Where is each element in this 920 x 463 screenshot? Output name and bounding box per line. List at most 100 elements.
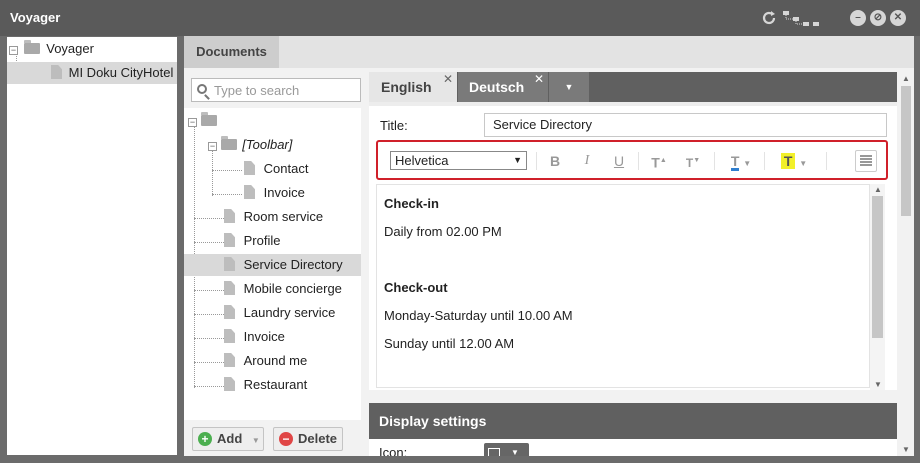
icon-setting-row: Icon: ▼ bbox=[369, 439, 897, 456]
display-settings-header[interactable]: Display settings bbox=[369, 403, 897, 439]
subscript-icon[interactable]: T▼ bbox=[682, 152, 704, 170]
tree-item-root[interactable]: − Voyager bbox=[9, 38, 177, 60]
document-icon bbox=[244, 161, 255, 175]
document-icon bbox=[51, 65, 62, 79]
tab-english[interactable]: English ✕ bbox=[369, 72, 457, 102]
close-tab-icon[interactable]: ✕ bbox=[534, 64, 544, 94]
formatting-toolbar: Helvetica ▼ B I U T▲ T▼ T ▼ T ▼ bbox=[376, 140, 888, 180]
scroll-down-icon[interactable]: ▼ bbox=[874, 380, 882, 389]
document-icon bbox=[224, 257, 235, 271]
checkout-sunday: Sunday until 12.00 AM bbox=[384, 336, 515, 351]
icon-label: Icon: bbox=[379, 445, 408, 456]
tree-item-project[interactable]: MI Doku CityHotel bbox=[7, 62, 177, 84]
chevron-down-icon: ▼ bbox=[743, 159, 752, 168]
maximize-icon[interactable]: ⊘ bbox=[870, 9, 886, 27]
tree-item-invoice-2[interactable]: Invoice bbox=[224, 326, 285, 348]
project-tree: − Voyager MI Doku CityHotel bbox=[7, 37, 177, 455]
minimize-icon[interactable]: – bbox=[850, 9, 866, 27]
content-scrollbar[interactable]: ▲ ▼ bbox=[870, 184, 885, 390]
tree-item-contact[interactable]: Contact bbox=[244, 158, 308, 180]
document-icon bbox=[224, 353, 235, 367]
highlight-color-icon[interactable]: T ▼ bbox=[776, 152, 812, 170]
scroll-thumb[interactable] bbox=[872, 196, 883, 338]
toolbar-folder-label: [Toolbar] bbox=[242, 137, 293, 152]
tree-label: Restaurant bbox=[243, 377, 308, 392]
collapse-icon[interactable]: − bbox=[188, 118, 197, 127]
underline-icon[interactable]: U bbox=[610, 152, 628, 170]
scroll-up-icon[interactable]: ▲ bbox=[902, 74, 910, 83]
bold-icon[interactable]: B bbox=[546, 152, 564, 170]
delete-button[interactable]: − Delete bbox=[273, 427, 343, 451]
collapse-icon[interactable]: − bbox=[9, 46, 18, 55]
document-icon bbox=[224, 209, 235, 223]
chevron-down-icon: ▼ bbox=[511, 448, 519, 456]
chevron-down-icon: ▼ bbox=[799, 159, 808, 168]
font-family-select[interactable]: Helvetica ▼ bbox=[390, 151, 527, 170]
tree-item-mobile-concierge[interactable]: Mobile concierge bbox=[224, 278, 342, 300]
close-icon[interactable]: ✕ bbox=[890, 9, 906, 27]
tree-label: Laundry service bbox=[243, 305, 336, 320]
icon-select[interactable]: ▼ bbox=[484, 443, 529, 456]
tab-deutsch-label: Deutsch bbox=[469, 79, 525, 95]
add-button-label: Add bbox=[217, 431, 243, 446]
refresh-icon[interactable] bbox=[760, 9, 778, 27]
chevron-down-icon: ▼ bbox=[513, 155, 522, 165]
font-family-value: Helvetica bbox=[395, 153, 449, 168]
tree-item-around-me[interactable]: Around me bbox=[224, 350, 307, 372]
tree-label-project: MI Doku CityHotel bbox=[68, 65, 174, 80]
tree-label: Mobile concierge bbox=[243, 281, 342, 296]
title-input[interactable]: Service Directory bbox=[484, 113, 887, 137]
tree-item-toolbar-folder[interactable]: − [Toolbar] bbox=[208, 134, 292, 156]
tree-label-root: Voyager bbox=[46, 41, 94, 56]
checkout-heading: Check-out bbox=[384, 280, 448, 295]
add-language-dropdown[interactable]: ▼ bbox=[549, 72, 589, 102]
panel-scrollbar[interactable]: ▲ ▼ bbox=[898, 72, 914, 456]
tab-documents[interactable]: Documents bbox=[184, 36, 279, 68]
tree-item-restaurant[interactable]: Restaurant bbox=[224, 374, 307, 396]
document-icon bbox=[224, 233, 235, 247]
tree-item-laundry-service[interactable]: Laundry service bbox=[224, 302, 335, 324]
chevron-down-icon: ▼ bbox=[251, 436, 260, 445]
tab-underline bbox=[369, 102, 897, 106]
collapse-icon[interactable]: − bbox=[208, 142, 217, 151]
search-icon bbox=[197, 84, 207, 94]
tree-item-root-folder[interactable]: − bbox=[188, 110, 217, 132]
italic-icon[interactable]: I bbox=[578, 152, 596, 170]
tree-item-service-directory[interactable]: Service Directory bbox=[184, 254, 361, 276]
delete-icon: − bbox=[279, 432, 293, 446]
close-tab-icon[interactable]: ✕ bbox=[443, 64, 453, 94]
add-icon: + bbox=[198, 432, 212, 446]
rich-text-content[interactable]: Check-in Daily from 02.00 PM Check-out M… bbox=[376, 184, 870, 388]
superscript-icon[interactable]: T▲ bbox=[648, 152, 670, 171]
tab-deutsch[interactable]: Deutsch ✕ bbox=[458, 72, 548, 102]
document-icon bbox=[244, 185, 255, 199]
tree-item-invoice[interactable]: Invoice bbox=[244, 182, 305, 204]
tree-label: Invoice bbox=[263, 185, 305, 200]
tab-english-label: English bbox=[381, 79, 432, 95]
title-label: Title: bbox=[380, 118, 408, 133]
tree-structure-icon[interactable] bbox=[782, 9, 822, 27]
folder-icon bbox=[200, 112, 217, 126]
document-icon bbox=[224, 377, 235, 391]
tree-item-room-service[interactable]: Room service bbox=[224, 206, 323, 228]
window-title: Voyager bbox=[10, 10, 61, 25]
align-icon[interactable] bbox=[855, 150, 877, 172]
documents-tabbar: Documents bbox=[184, 36, 914, 68]
add-button[interactable]: + Add ▼ bbox=[192, 427, 264, 451]
document-tree: − − [Toolbar] Contact Invoice Room servi… bbox=[184, 108, 361, 420]
document-icon bbox=[224, 281, 235, 295]
folder-icon bbox=[220, 136, 237, 150]
document-icon bbox=[224, 305, 235, 319]
tree-item-profile[interactable]: Profile bbox=[224, 230, 280, 252]
search-input[interactable]: Type to search bbox=[191, 78, 361, 102]
search-placeholder: Type to search bbox=[214, 83, 300, 98]
document-icon bbox=[224, 329, 235, 343]
scroll-thumb[interactable] bbox=[901, 86, 911, 216]
tree-label: Service Directory bbox=[243, 257, 343, 272]
tree-label: Room service bbox=[243, 209, 324, 224]
tree-label: Around me bbox=[243, 353, 308, 368]
checkin-heading: Check-in bbox=[384, 196, 439, 211]
scroll-up-icon[interactable]: ▲ bbox=[874, 185, 882, 194]
text-color-icon[interactable]: T ▼ bbox=[724, 152, 758, 171]
scroll-down-icon[interactable]: ▼ bbox=[902, 445, 910, 454]
